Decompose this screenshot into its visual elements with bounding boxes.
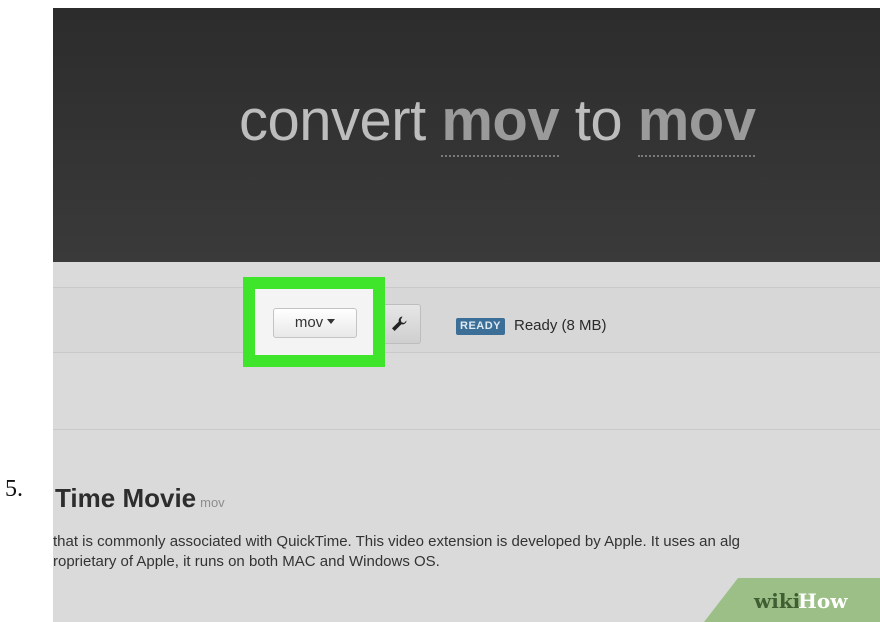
description-line: roprietary of Apple, it runs on both MAC… xyxy=(53,553,440,570)
screenshot: convert mov to mov mov READY Ready (8 MB… xyxy=(53,8,880,622)
section-title-text: Time Movie xyxy=(55,483,197,513)
converter-header: convert mov to mov xyxy=(53,8,880,262)
section-title: Time Movie mov xyxy=(55,482,225,519)
title-word-convert: convert xyxy=(239,88,426,153)
divider xyxy=(53,352,880,353)
watermark-how: How xyxy=(798,589,848,613)
section-extension: mov xyxy=(200,495,225,510)
from-format-link[interactable]: mov xyxy=(441,88,560,157)
divider xyxy=(53,429,880,430)
step-number: 5. xyxy=(5,476,23,502)
status-text: Ready (8 MB) xyxy=(514,317,607,334)
page-title: convert mov to mov xyxy=(239,76,756,166)
wikihow-watermark: wiki How xyxy=(704,578,880,622)
to-format-link[interactable]: mov xyxy=(637,88,756,157)
output-format-dropdown[interactable]: mov xyxy=(273,308,357,338)
status-badge: READY xyxy=(456,318,506,335)
watermark-wiki: wiki xyxy=(754,589,801,613)
title-word-to: to xyxy=(574,88,623,153)
description-line: that is commonly associated with QuickTi… xyxy=(53,533,741,550)
wrench-icon xyxy=(392,316,407,331)
settings-button[interactable] xyxy=(385,304,421,344)
chevron-down-icon xyxy=(327,319,336,324)
output-format-label: mov xyxy=(294,314,324,331)
